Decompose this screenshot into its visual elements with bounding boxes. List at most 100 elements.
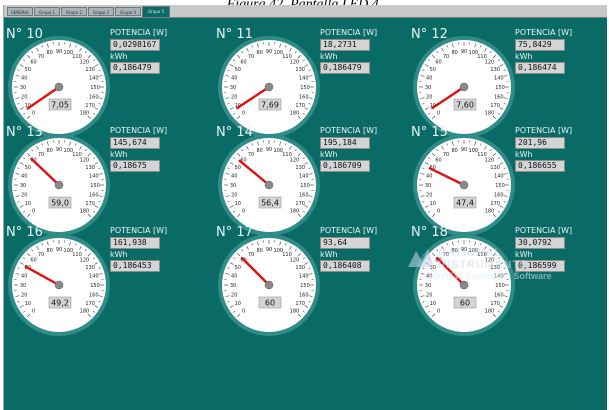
gauge: 0102030405060708090100110120130140150160…	[8, 36, 110, 138]
gauge-scale-label: 30	[230, 85, 236, 91]
gauge-scale-label: 0	[32, 208, 35, 214]
gauge-scale-label: 20	[426, 94, 432, 100]
gauge-scale-label: 70	[248, 252, 254, 258]
energy-label: kWh	[320, 150, 338, 159]
gauge-scale-label: 90	[461, 147, 467, 153]
gauge-scale-label: 10	[235, 301, 241, 307]
gauge: 0102030405060708090100110120130140150160…	[8, 234, 110, 336]
gauge-scale-label: 60	[240, 60, 246, 66]
gauge-scale-label: 90	[266, 247, 272, 253]
tab-grupo-4[interactable]: Grupo 4	[115, 7, 141, 16]
gauge-scale-label: 40	[426, 76, 432, 82]
gauge-digital-display: 60	[265, 299, 275, 308]
meter-panel: N° 13 POTENCIA [W] 145,674 kWh 0,18675 0 10 20 3…	[4, 125, 204, 236]
power-field: 0,0298167	[110, 39, 160, 51]
energy-field: 0,186479	[110, 62, 160, 74]
gauge-scale-label: 40	[231, 76, 237, 82]
gauge-scale-label: 140	[299, 174, 309, 180]
gauge-scale-label: 120	[80, 60, 90, 66]
gauge-scale-label: 180	[80, 208, 90, 214]
gauge-digital-display: 49,2	[51, 299, 69, 308]
gauge-scale-label: 170	[490, 301, 500, 307]
gauge-scale-label: 70	[38, 54, 44, 60]
power-label: POTENCIA [W]	[320, 126, 378, 135]
gauge-scale-label: 120	[485, 158, 495, 164]
power-label: POTENCIA [W]	[110, 28, 168, 37]
gauge-scale-label: 150	[300, 85, 310, 91]
gauge-scale-label: 170	[295, 301, 305, 307]
gauge-scale-label: 0	[242, 308, 245, 314]
gauge-digital-display: 7,05	[51, 101, 69, 110]
gauge: 0102030405060708090100110120130140150160…	[218, 234, 320, 336]
tab-grupo-1[interactable]: Grupo 1	[34, 7, 60, 16]
gauge-digital-display: 7,60	[456, 101, 474, 110]
gauge-scale-label: 90	[56, 247, 62, 253]
gauge-scale-label: 180	[290, 110, 300, 116]
gauge-scale-label: 80	[46, 148, 52, 154]
gauge-scale-label: 160	[299, 192, 309, 198]
gauge-scale-label: 90	[266, 147, 272, 153]
gauge-scale-label: 90	[56, 147, 62, 153]
tab-grupo-3[interactable]: Grupo 3	[88, 7, 114, 16]
gauge-scale-label: 50	[235, 165, 241, 171]
gauge-scale-label: 120	[290, 60, 300, 66]
tab-grupo-5[interactable]: Grupo 5	[142, 6, 170, 17]
gauge-scale-label: 70	[248, 152, 254, 158]
gauge-scale-label: 20	[21, 94, 27, 100]
gauge-scale-label: 30	[425, 85, 431, 91]
gauge-scale-label: 70	[443, 152, 449, 158]
energy-label: kWh	[320, 250, 338, 259]
gauge-scale-label: 10	[430, 201, 436, 207]
energy-label: kWh	[110, 52, 128, 61]
gauge-scale-label: 180	[80, 110, 90, 116]
gauge-scale-label: 130	[490, 165, 500, 171]
gauge-scale-label: 0	[437, 208, 440, 214]
gauge-scale-label: 50	[25, 67, 31, 73]
gauge-scale-label: 140	[299, 274, 309, 280]
gauge-scale-label: 160	[494, 94, 504, 100]
tab-general[interactable]: GENERAL	[7, 7, 33, 16]
energy-label: kWh	[515, 150, 533, 159]
gauge-scale-label: 70	[38, 252, 44, 258]
meter-panel: N° 16 POTENCIA [W] 161,938 kWh 0,186453 0 10 20…	[4, 225, 204, 336]
gauge-scale-label: 50	[235, 265, 241, 271]
gauge-scale-label: 150	[300, 283, 310, 289]
gauge-scale-label: 120	[290, 258, 300, 264]
gauge-scale-label: 80	[46, 50, 52, 56]
energy-field: 0,186655	[515, 160, 565, 172]
gauge-scale-label: 60	[435, 60, 441, 66]
gauge-scale-label: 90	[461, 49, 467, 55]
gauge-hub	[264, 82, 274, 92]
power-field: 195,184	[320, 137, 370, 149]
gauge-scale-label: 140	[494, 76, 504, 82]
gauge-scale-label: 140	[89, 174, 99, 180]
gauge-scale-label: 150	[90, 283, 100, 289]
gauge-scale-label: 80	[451, 148, 457, 154]
gauge-scale-label: 130	[295, 165, 305, 171]
energy-label: kWh	[110, 150, 128, 159]
gauge-scale-label: 130	[85, 165, 95, 171]
gauge-scale-label: 180	[485, 110, 495, 116]
gauge-scale-label: 20	[21, 292, 27, 298]
gauge-digital-display: 56,4	[261, 199, 279, 208]
gauge-scale-label: 40	[426, 174, 432, 180]
gauge-digital-display: 60	[460, 299, 470, 308]
gauge-scale-label: 10	[25, 301, 31, 307]
gauge-scale-label: 70	[38, 152, 44, 158]
tab-bar: GENERAL Grupo 1 Grupo 2 Grupo 3 Grupo 4 …	[4, 5, 607, 18]
energy-field: 0,18675	[110, 160, 160, 172]
gauge-scale-label: 10	[430, 301, 436, 307]
gauge-scale-label: 180	[290, 308, 300, 314]
gauge: 0102030405060708090100110120130140150160…	[413, 134, 515, 236]
tab-grupo-2[interactable]: Grupo 2	[61, 7, 87, 16]
gauge-scale-label: 0	[437, 110, 440, 116]
power-label: POTENCIA [W]	[110, 226, 168, 235]
energy-label: kWh	[110, 250, 128, 259]
gauge-scale-label: 90	[56, 49, 62, 55]
gauge-scale-label: 0	[32, 308, 35, 314]
gauge-scale-label: 40	[21, 76, 27, 82]
gauge-scale-label: 0	[242, 208, 245, 214]
gauge-scale-label: 180	[485, 208, 495, 214]
energy-field: 0,186709	[320, 160, 370, 172]
meter-panel: N° 10 POTENCIA [W] 0,0298167 kWh 0,186479 0 10…	[4, 27, 204, 138]
